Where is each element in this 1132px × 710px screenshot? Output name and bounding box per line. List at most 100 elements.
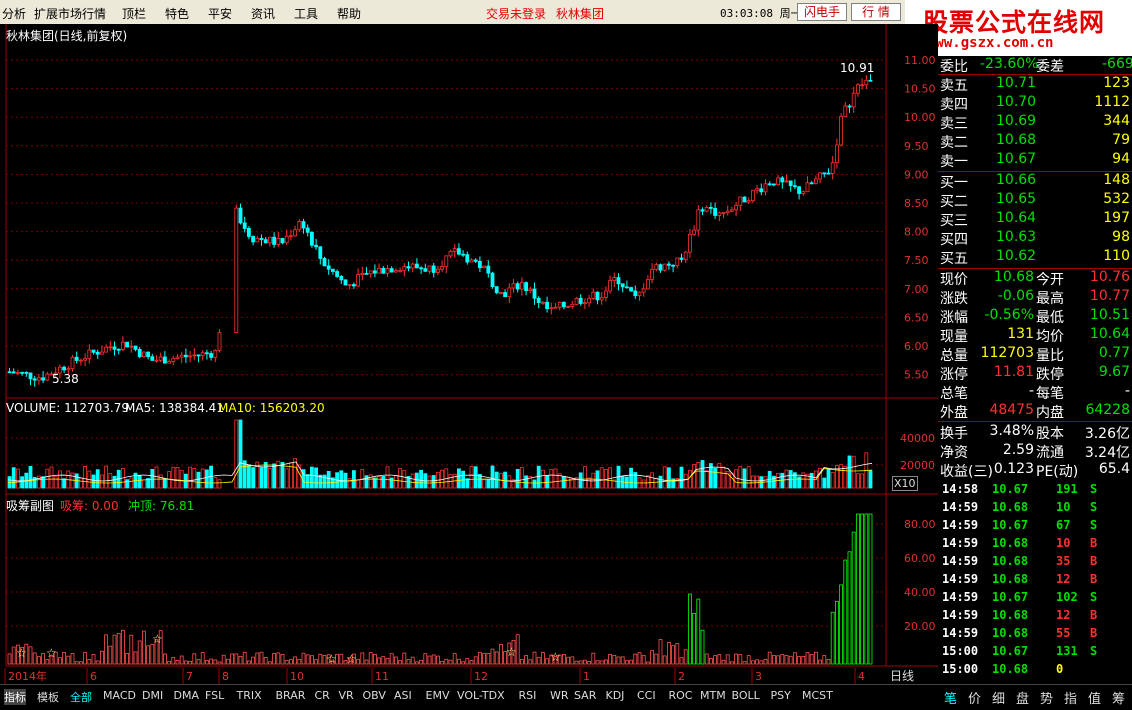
tab-trix[interactable]: TRIX bbox=[237, 689, 262, 702]
volume-bar bbox=[100, 474, 104, 489]
candle-body bbox=[818, 172, 822, 180]
tab-mcst[interactable]: MCST bbox=[802, 689, 833, 702]
candle-body bbox=[696, 209, 701, 231]
right-tab-0[interactable]: 笔 bbox=[944, 688, 957, 707]
weibi-value: -23.60% bbox=[980, 56, 1039, 72]
tab-boll[interactable]: BOLL bbox=[732, 689, 760, 702]
candle-body bbox=[188, 355, 193, 358]
volume-bar bbox=[272, 463, 277, 489]
menu-pingan[interactable]: 平安 bbox=[208, 5, 232, 22]
absorb-bar bbox=[58, 657, 62, 665]
absorb-bar bbox=[629, 659, 633, 665]
candle-body bbox=[95, 351, 100, 355]
absorb-bar bbox=[179, 655, 184, 665]
tab-obv[interactable]: OBV bbox=[363, 689, 386, 702]
absorb-bar bbox=[709, 658, 713, 665]
volume-bar bbox=[667, 467, 671, 489]
tab-全部[interactable]: 全部 bbox=[70, 689, 92, 705]
stat-value: 112703 bbox=[980, 345, 1034, 361]
right-tab-4[interactable]: 势 bbox=[1040, 688, 1053, 707]
tab-mtm[interactable]: MTM bbox=[700, 689, 726, 702]
quote-button[interactable]: 行 情 bbox=[851, 3, 901, 21]
absorb-bar bbox=[675, 643, 680, 665]
tab-roc[interactable]: ROC bbox=[669, 689, 693, 702]
tab-fsl[interactable]: FSL bbox=[205, 689, 224, 702]
candle-body bbox=[364, 272, 369, 275]
tab-wr[interactable]: WR bbox=[550, 689, 569, 702]
candle-body bbox=[755, 188, 759, 191]
menu-extended-market[interactable]: 扩展市场行情 bbox=[34, 5, 106, 22]
trade-row[interactable]: 15:00 10.67 131 S bbox=[938, 642, 1132, 660]
tab-asi[interactable]: ASI bbox=[394, 689, 412, 702]
candle-body bbox=[125, 341, 129, 348]
tab-cr[interactable]: CR bbox=[315, 689, 330, 702]
menu-analysis[interactable]: 分析 bbox=[2, 5, 26, 22]
login-status[interactable]: 交易未登录 bbox=[486, 5, 546, 22]
candle-body bbox=[217, 332, 222, 351]
candle-body bbox=[809, 182, 814, 185]
chart-area[interactable]: ☆ ☆ ☆ ☆ ☆ ☆ ☆ 11.00 10.50 10.00 9.50 9.00 8.50 8.00 7… bbox=[0, 24, 938, 684]
tab-rsi[interactable]: RSI bbox=[519, 689, 537, 702]
volume-bar bbox=[553, 468, 558, 489]
trade-row[interactable]: 14:59 10.67 67 S bbox=[938, 516, 1132, 534]
tab-kdj[interactable]: KDJ bbox=[606, 689, 625, 702]
right-tab-7[interactable]: 筹 bbox=[1112, 688, 1125, 707]
candle-body bbox=[62, 366, 66, 371]
trade-ticks[interactable]: 14:58 10.67 191 S 14:59 10.68 10 S 14:59 10.67 67 S… bbox=[938, 480, 1132, 680]
menu-topbar[interactable]: 顶栏 bbox=[122, 5, 146, 22]
candle-body bbox=[477, 260, 482, 269]
candle-body bbox=[721, 212, 726, 215]
tab-macd[interactable]: MACD bbox=[103, 689, 136, 702]
tab-dmi[interactable]: DMI bbox=[142, 689, 163, 702]
absorb-bar bbox=[150, 643, 155, 665]
trade-row[interactable]: 14:59 10.68 35 B bbox=[938, 552, 1132, 570]
candle-body bbox=[28, 372, 33, 380]
tab-dma[interactable]: DMA bbox=[174, 689, 200, 702]
menu-features[interactable]: 特色 bbox=[165, 5, 189, 22]
volume-bar bbox=[507, 475, 512, 489]
tab-vr[interactable]: VR bbox=[339, 689, 354, 702]
menu-news[interactable]: 资讯 bbox=[251, 5, 275, 22]
right-tab-6[interactable]: 值 bbox=[1088, 688, 1101, 707]
candle-body bbox=[646, 278, 650, 290]
trade-row[interactable]: 14:59 10.68 12 B bbox=[938, 570, 1132, 588]
volume-bar bbox=[751, 475, 755, 489]
absorb-bar bbox=[692, 613, 696, 665]
stat-value-2: - bbox=[1124, 383, 1130, 399]
stat-row: 现量 131 均价 10.64 bbox=[938, 326, 1132, 345]
tab-vol-tdx[interactable]: VOL-TDX bbox=[457, 689, 505, 702]
sell-price: 10.67 bbox=[996, 151, 1037, 167]
trade-row[interactable]: 14:59 10.68 12 B bbox=[938, 606, 1132, 624]
tab-指标[interactable]: 指标 bbox=[4, 689, 26, 705]
right-tab-1[interactable]: 价 bbox=[968, 688, 981, 707]
tab-cci[interactable]: CCI bbox=[637, 689, 656, 702]
tab-emv[interactable]: EMV bbox=[426, 689, 450, 702]
date-label: 2 bbox=[678, 670, 685, 683]
candle-body bbox=[583, 302, 587, 305]
menu-help[interactable]: 帮助 bbox=[337, 5, 361, 22]
right-tab-2[interactable]: 细 bbox=[992, 688, 1005, 707]
right-tab-3[interactable]: 盘 bbox=[1016, 688, 1029, 707]
trade-row[interactable]: 14:59 10.68 10 S bbox=[938, 498, 1132, 516]
day-period-button[interactable]: 日线 bbox=[890, 667, 930, 683]
tab-sar[interactable]: SAR bbox=[574, 689, 596, 702]
tab-模板[interactable]: 模板 bbox=[37, 689, 59, 705]
tab-psy[interactable]: PSY bbox=[771, 689, 791, 702]
flash-trade-button[interactable]: 闪电手 bbox=[797, 3, 847, 21]
absorb-bar bbox=[490, 648, 495, 665]
trade-row[interactable]: 14:59 10.67 102 S bbox=[938, 588, 1132, 606]
stat-value: 131 bbox=[1007, 326, 1034, 342]
volume-bar bbox=[851, 455, 856, 489]
trade-row[interactable]: 15:00 10.68 0 bbox=[938, 660, 1132, 678]
menu-tools[interactable]: 工具 bbox=[294, 5, 318, 22]
buy-row: 买二 10.65 532 bbox=[938, 191, 1132, 210]
volume-bar bbox=[473, 466, 478, 489]
tab-brar[interactable]: BRAR bbox=[276, 689, 306, 702]
candle-body bbox=[100, 351, 104, 355]
trade-price: 10.67 bbox=[992, 590, 1029, 604]
trade-row[interactable]: 14:59 10.68 10 B bbox=[938, 534, 1132, 552]
trade-row[interactable]: 14:59 10.68 55 B bbox=[938, 624, 1132, 642]
right-tab-5[interactable]: 指 bbox=[1064, 688, 1077, 707]
trade-row[interactable]: 14:58 10.67 191 S bbox=[938, 480, 1132, 498]
candle-body bbox=[74, 356, 79, 361]
